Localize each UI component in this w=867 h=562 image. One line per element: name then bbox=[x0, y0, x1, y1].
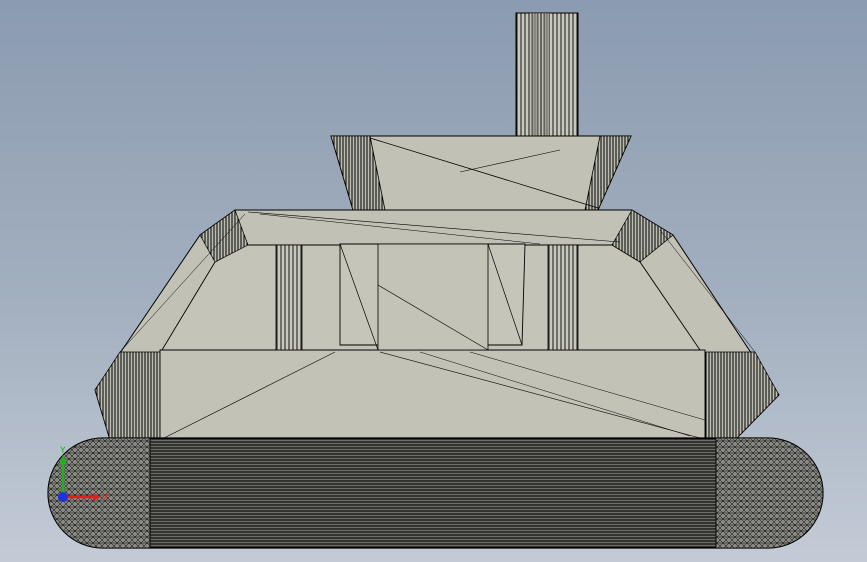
inner-post-left bbox=[275, 244, 303, 351]
x-axis-label: X bbox=[103, 493, 109, 503]
center-hub bbox=[339, 243, 526, 351]
inner-post-right bbox=[547, 244, 579, 351]
y-axis-label: Y bbox=[59, 446, 66, 456]
bottom-base bbox=[47, 437, 824, 549]
tapered-collar bbox=[330, 135, 632, 211]
top-shaft bbox=[515, 12, 579, 138]
z-axis-dot bbox=[58, 492, 68, 502]
3d-model-viewport[interactable]: Y X bbox=[0, 0, 867, 562]
model-render: Y X bbox=[47, 12, 824, 549]
